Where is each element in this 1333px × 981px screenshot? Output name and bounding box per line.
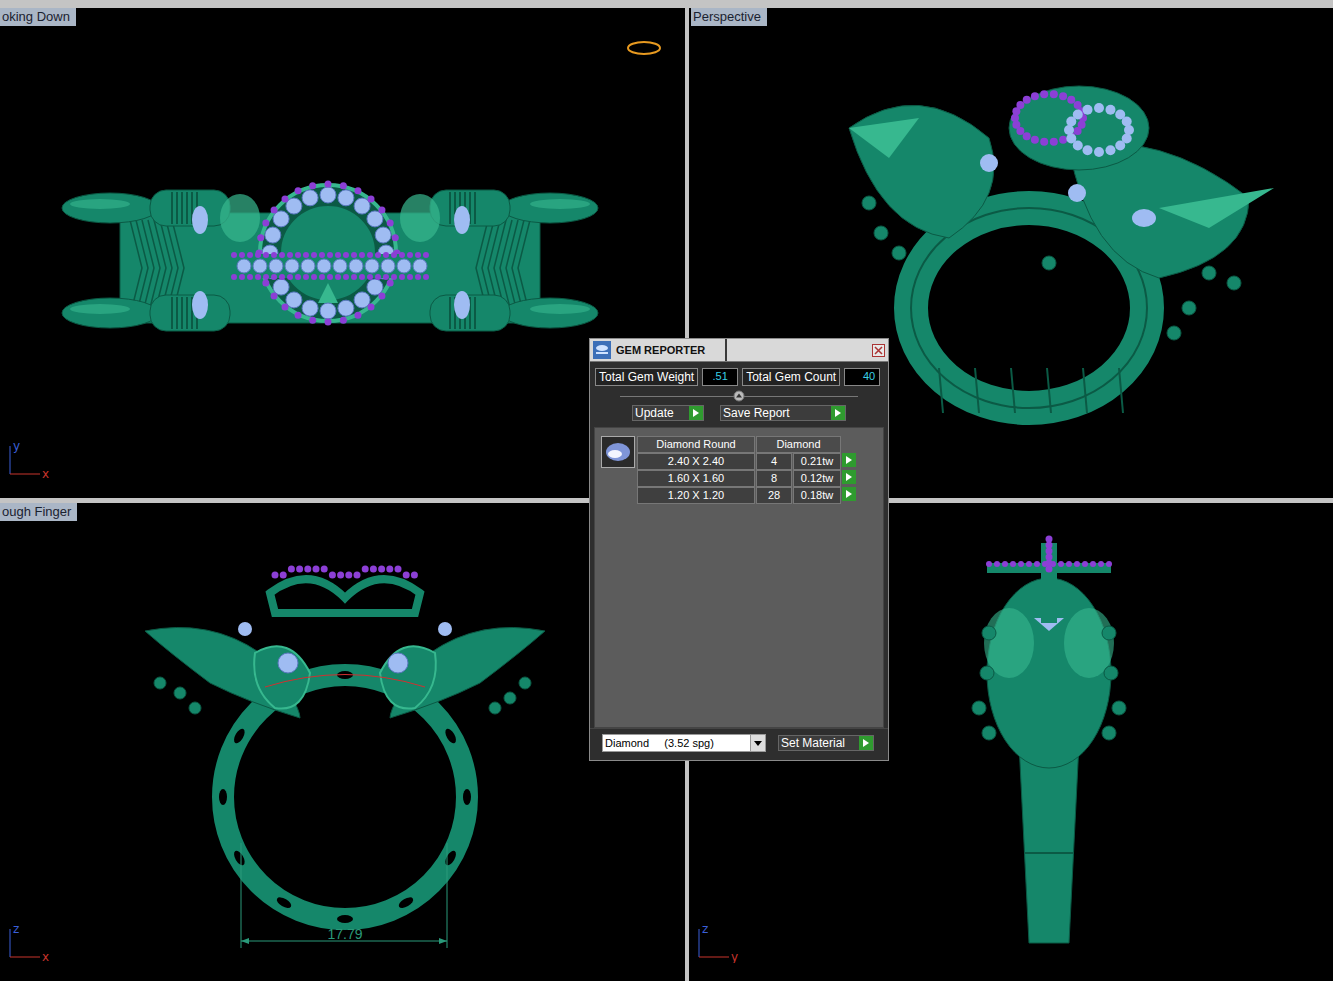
dropdown-icon <box>754 741 762 746</box>
gem-reporter-icon <box>593 341 611 359</box>
arrow-icon <box>689 406 703 420</box>
arrow-icon <box>842 487 856 501</box>
viewport-label[interactable]: Perspective <box>691 8 767 26</box>
column-header: Diamond Round <box>637 436 755 453</box>
svg-text:y: y <box>13 439 20 453</box>
viewport-label[interactable]: oking Down <box>0 8 76 26</box>
gem-row[interactable]: 1.60 X 1.6080.12tw <box>637 470 858 487</box>
viewport[interactable]: oking Downyx <box>0 8 685 498</box>
viewport-label[interactable]: ough Finger <box>0 503 77 521</box>
svg-text:y: y <box>731 950 738 963</box>
set-material-button[interactable]: Set Material <box>778 735 874 751</box>
round-diamond-icon <box>604 441 632 463</box>
column-header: Diamond <box>756 436 841 453</box>
arrow-button[interactable]: Save Report <box>720 405 846 421</box>
ring-front-view[interactable]: 17.79 <box>0 503 685 981</box>
ring-top-view[interactable] <box>0 8 685 498</box>
axis-indicator-icon: zx <box>6 921 52 963</box>
gem-table: Diamond RoundDiamond2.40 X 2.4040.21tw1.… <box>637 436 858 504</box>
svg-text:x: x <box>42 950 49 963</box>
arrow-icon <box>842 453 856 467</box>
arrow-button[interactable]: Update <box>632 405 704 421</box>
gem-table-header: Diamond RoundDiamond <box>637 436 858 453</box>
arrow-icon <box>842 470 856 484</box>
gem-count: 8 <box>756 470 792 487</box>
arrow-icon <box>859 736 873 750</box>
svg-text:z: z <box>702 922 708 936</box>
axis-indicator-icon: yx <box>6 438 52 480</box>
total-weight-value: .51 <box>702 368 738 386</box>
gem-reporter-window[interactable]: GEM REPORTER Total Gem Weight.51Total Gem… <box>589 338 889 761</box>
viewport[interactable]: 17.79ough Fingerzx <box>0 503 685 981</box>
total-count-label: Total Gem Count <box>742 368 840 386</box>
gem-list-panel: Diamond RoundDiamond2.40 X 2.4040.21tw1.… <box>594 427 884 728</box>
collapse-icon[interactable] <box>733 390 745 402</box>
dimension-label: 17.79 <box>327 926 362 942</box>
gem-row[interactable]: 2.40 X 2.4040.21tw <box>637 453 858 470</box>
arrow-icon <box>831 406 845 420</box>
gem-count: 4 <box>756 453 792 470</box>
cad-workspace: oking DownyxPerspective17.79ough Fingerz… <box>0 0 1333 981</box>
gem-size: 2.40 X 2.40 <box>637 453 755 470</box>
gem-size: 1.60 X 1.60 <box>637 470 755 487</box>
total-count-value: 40 <box>844 368 880 386</box>
collapse-divider[interactable] <box>620 389 858 403</box>
gem-count: 28 <box>756 487 792 504</box>
gem-weight: 0.12tw <box>793 470 841 487</box>
gem-weight: 0.18tw <box>793 487 841 504</box>
window-title: GEM REPORTER <box>616 344 705 356</box>
title-bar[interactable]: GEM REPORTER <box>590 339 888 362</box>
close-icon[interactable] <box>872 344 885 357</box>
svg-text:x: x <box>42 467 49 480</box>
svg-text:z: z <box>13 922 19 936</box>
gem-weight: 0.21tw <box>793 453 841 470</box>
gem-row[interactable]: 1.20 X 1.20280.18tw <box>637 487 858 504</box>
gem-thumbnail[interactable] <box>601 436 635 468</box>
gem-size: 1.20 X 1.20 <box>637 487 755 504</box>
material-select[interactable]: Diamond (3.52 spg) <box>602 734 766 752</box>
total-weight-label: Total Gem Weight <box>595 368 698 386</box>
axis-indicator-icon: zy <box>695 921 741 963</box>
